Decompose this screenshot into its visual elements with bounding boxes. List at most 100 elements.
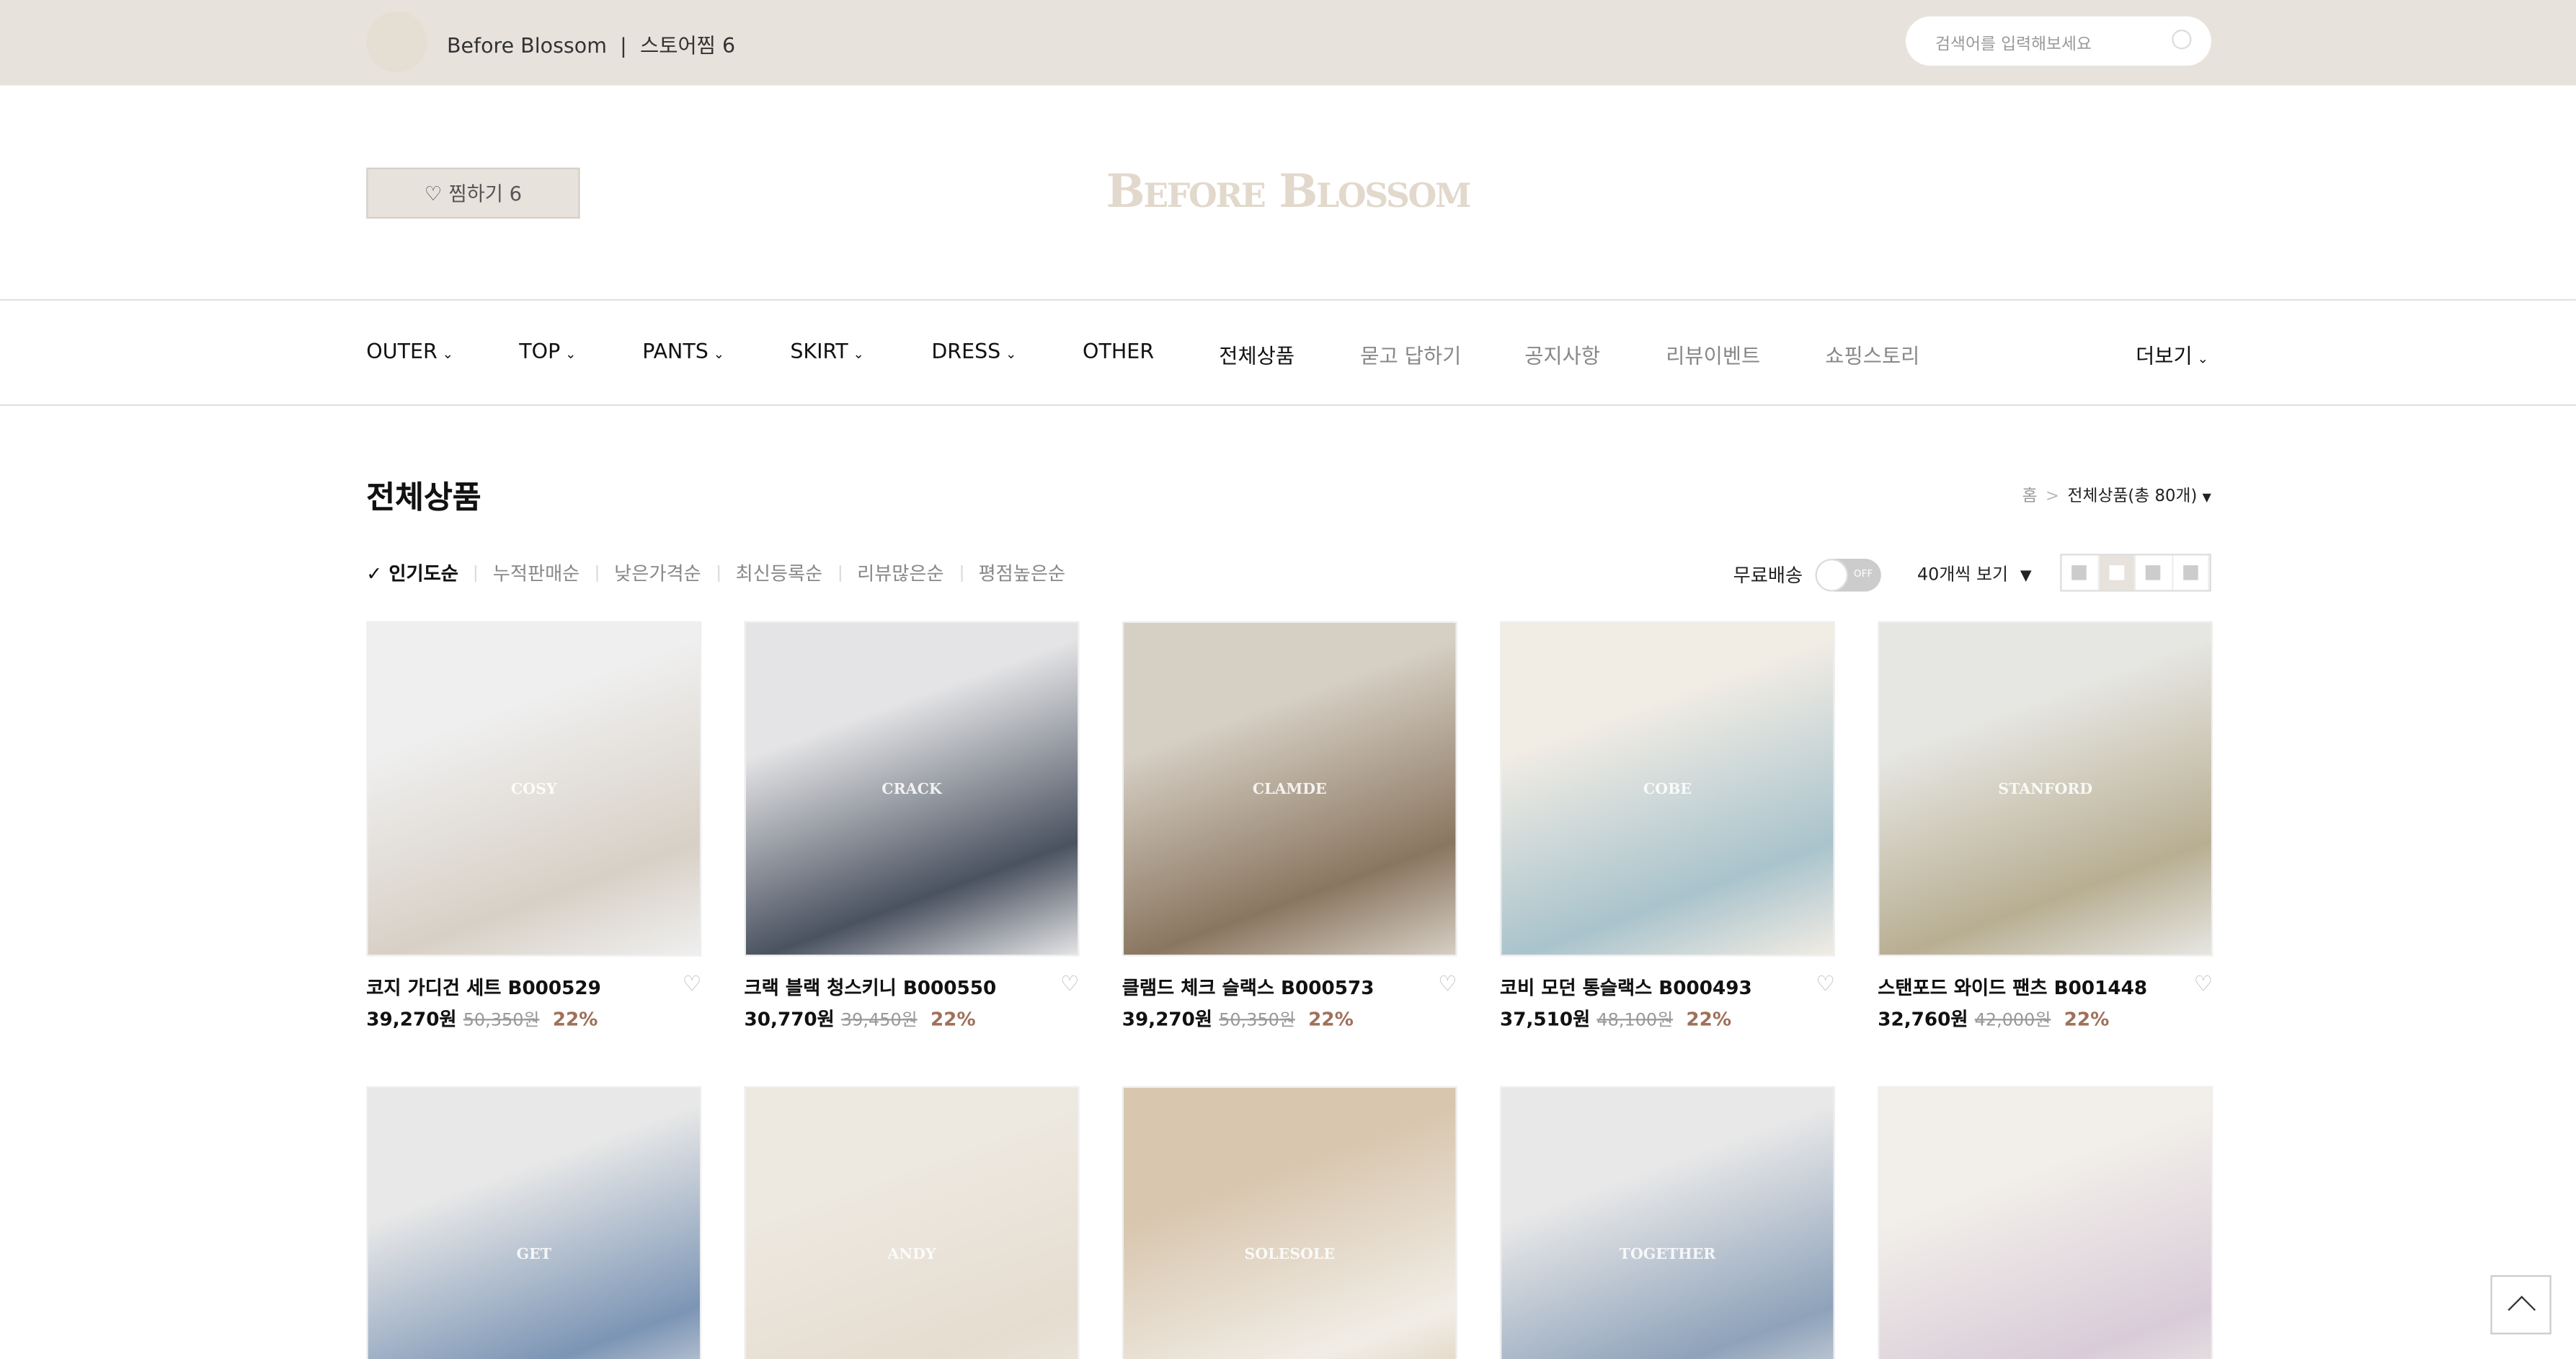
list-icon	[2071, 565, 2087, 580]
divider	[960, 565, 962, 582]
product-image[interactable]	[1878, 1086, 2213, 1359]
heart-icon[interactable]: ♡	[683, 975, 702, 1001]
view-large-button[interactable]	[2172, 555, 2210, 590]
breadcrumb-separator: >	[2046, 487, 2060, 507]
sort-option[interactable]: 리뷰많은순	[857, 560, 944, 586]
product-card[interactable]: TOGETHER	[1500, 1086, 1835, 1359]
view-grid-3-button[interactable]	[2136, 555, 2173, 590]
page: Before Blossom | 스토어찜 6 검색어를 입력해보세요 ♡ 찜하기 6…	[0, 0, 2576, 1359]
image-watermark: GET	[516, 1247, 551, 1264]
original-price: 50,350원	[463, 1010, 540, 1031]
nav-item-label: OUTER	[366, 338, 438, 363]
nav-item[interactable]: TOP ⌄	[519, 339, 576, 363]
product-image[interactable]: ANDY	[744, 1086, 1080, 1359]
image-watermark: TOGETHER	[1619, 1247, 1716, 1264]
divider	[0, 404, 2576, 406]
product-card[interactable]: COSY 코지 가디건 세트 B000529 ♡ 39,270원 50,350원 22%	[366, 621, 702, 1032]
heart-icon[interactable]: ♡	[1060, 975, 1080, 1001]
sort-option-label: 평점높은순	[978, 562, 1066, 585]
discount-rate: 22%	[1308, 1007, 1354, 1031]
nav-item-label: DRESS	[931, 338, 1001, 363]
nav-item[interactable]: 묻고 답하기	[1360, 339, 1461, 370]
breadcrumb-current[interactable]: 전체상품(총 80개)	[2068, 488, 2198, 506]
nav-item[interactable]: DRESS ⌄	[931, 339, 1016, 363]
view-mode-switcher	[2060, 554, 2211, 592]
product-name[interactable]: 코비 모던 통슬랙스 B000493	[1500, 975, 1752, 1001]
nav-item-label: OTHER	[1083, 338, 1155, 363]
chevron-down-icon: ⌄	[442, 346, 453, 362]
toggle-knob	[1815, 558, 1849, 592]
product-image[interactable]: STANFORD	[1878, 621, 2213, 957]
square-icon	[2182, 565, 2198, 580]
product-image[interactable]: CRACK	[744, 621, 1080, 957]
nav-item[interactable]: OUTER ⌄	[366, 339, 453, 363]
nav-item[interactable]: 전체상품	[1219, 339, 1294, 370]
image-watermark: SOLESOLE	[1244, 1247, 1336, 1264]
product-name[interactable]: 스탠포드 와이드 팬츠 B001448	[1878, 975, 2147, 1001]
columns-icon	[2146, 565, 2161, 580]
discount-rate: 22%	[1686, 1007, 1732, 1031]
nav-item[interactable]: SKIRT ⌄	[790, 339, 863, 363]
sale-price: 39,270원	[366, 1007, 457, 1031]
sort-option[interactable]: 평점높은순	[979, 560, 1066, 586]
view-list-button[interactable]	[2062, 555, 2099, 590]
product-name[interactable]: 크랙 블랙 청스키니 B000550	[745, 975, 997, 1001]
product-image[interactable]: COBE	[1500, 621, 1835, 957]
divider: |	[620, 32, 627, 58]
nav-item[interactable]: 쇼핑스토리	[1825, 339, 1919, 370]
breadcrumb: 홈 > 전체상품(총 80개) ▼	[2022, 482, 2211, 506]
product-card[interactable]: CRACK 크랙 블랙 청스키니 B000550 ♡ 30,770원 39,450원 2…	[744, 621, 1080, 1032]
discount-rate: 22%	[2064, 1007, 2110, 1031]
product-card[interactable]: CLAMDE 클램드 체크 슬랙스 B000573 ♡ 39,270원 50,350원…	[1122, 621, 1457, 1032]
store-info: Before Blossom | 스토어찜 6	[447, 28, 735, 59]
product-name[interactable]: 클램드 체크 슬랙스 B000573	[1122, 975, 1374, 1001]
sort-option[interactable]: 최신등록순	[736, 560, 823, 586]
view-grid-2-button[interactable]	[2098, 555, 2136, 590]
store-wish-link[interactable]: 스토어찜 6	[640, 33, 735, 58]
sort-option[interactable]: 누적판매순	[493, 560, 580, 586]
product-card[interactable]: COBE 코비 모던 통슬랙스 B000493 ♡ 37,510원 48,100원 22…	[1500, 621, 1835, 1032]
toggle-state: OFF	[1853, 568, 1873, 580]
per-page-select[interactable]: 40개씩 보기 ▼	[1917, 562, 2032, 587]
free-shipping-toggle[interactable]: OFF	[1815, 558, 1881, 592]
product-image[interactable]: SOLESOLE	[1122, 1086, 1457, 1359]
heart-icon[interactable]: ♡	[1816, 975, 1835, 1001]
product-card[interactable]: STANFORD 스탠포드 와이드 팬츠 B001448 ♡ 32,760원 42,0…	[1878, 621, 2213, 1032]
sale-price: 39,270원	[1122, 1007, 1213, 1031]
logo[interactable]: Before Blossom	[0, 164, 2576, 218]
store-name[interactable]: Before Blossom	[447, 33, 607, 58]
nav-item[interactable]: OTHER	[1083, 339, 1154, 363]
search-icon[interactable]	[2172, 30, 2192, 50]
search-input[interactable]: 검색어를 입력해보세요	[1905, 16, 2211, 66]
store-avatar[interactable]	[366, 11, 427, 73]
nav-item[interactable]: 공지사항	[1524, 339, 1600, 370]
sale-price: 37,510원	[1500, 1007, 1591, 1031]
product-image[interactable]: TOGETHER	[1500, 1086, 1835, 1359]
discount-rate: 22%	[552, 1007, 598, 1031]
nav-item[interactable]: PANTS ⌄	[642, 339, 724, 363]
scroll-top-button[interactable]	[2490, 1275, 2551, 1334]
product-image[interactable]: CLAMDE	[1122, 621, 1457, 957]
heart-icon[interactable]: ♡	[2194, 975, 2213, 1001]
heart-icon[interactable]: ♡	[1438, 975, 1457, 1001]
product-card[interactable]: GET	[366, 1086, 702, 1359]
nav-item-label: 쇼핑스토리	[1825, 343, 1920, 368]
chevron-down-icon: ⌄	[2197, 351, 2208, 367]
product-card[interactable]: ANDY	[744, 1086, 1080, 1359]
breadcrumb-home[interactable]: 홈	[2022, 488, 2038, 506]
nav-item[interactable]: 더보기 ⌄	[2136, 339, 2208, 370]
nav-item[interactable]: 리뷰이벤트	[1666, 339, 1760, 370]
nav-item-label: 더보기	[2136, 343, 2193, 368]
sort-option[interactable]: ✓ 인기도순	[366, 560, 458, 586]
divider	[474, 565, 476, 582]
sort-option-label: 누적판매순	[492, 562, 580, 585]
product-image[interactable]: COSY	[366, 621, 702, 957]
product-name[interactable]: 코지 가디건 세트 B000529	[366, 975, 601, 1001]
caret-down-icon[interactable]: ▼	[2203, 492, 2211, 505]
product-card[interactable]	[1878, 1086, 2213, 1359]
original-price: 39,450원	[840, 1010, 918, 1031]
product-card[interactable]: SOLESOLE	[1122, 1086, 1457, 1359]
sort-option[interactable]: 낮은가격순	[614, 560, 701, 586]
divider	[717, 565, 719, 582]
product-image[interactable]: GET	[366, 1086, 702, 1359]
